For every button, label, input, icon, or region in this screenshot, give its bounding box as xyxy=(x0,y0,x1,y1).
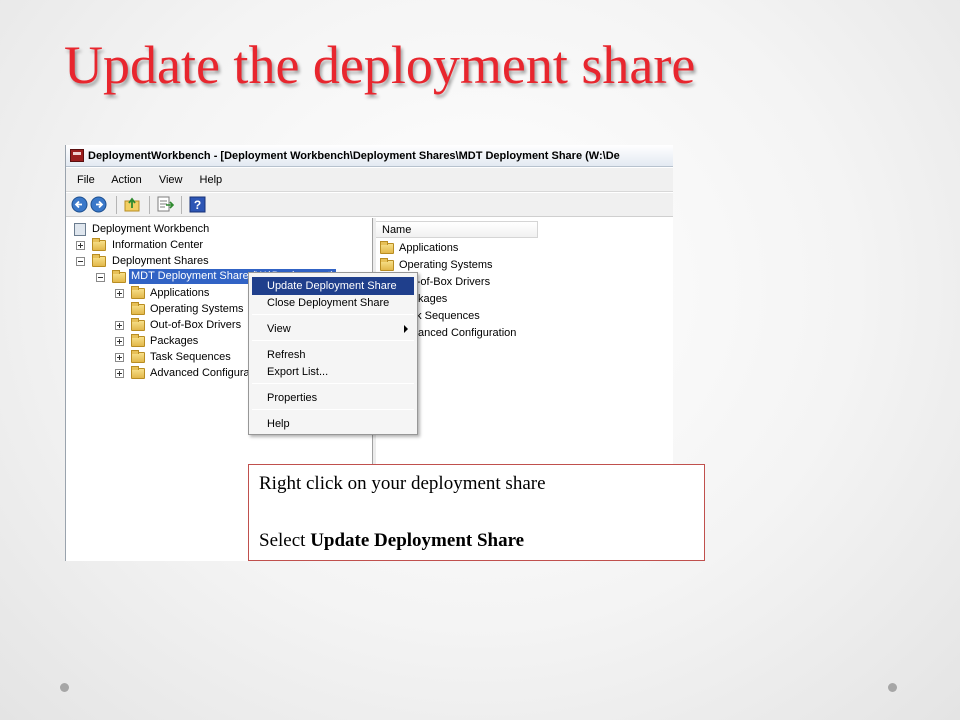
menu-separator xyxy=(252,409,414,410)
folder-icon xyxy=(92,238,106,251)
decorative-dot xyxy=(888,683,897,692)
column-header-name[interactable]: Name xyxy=(376,221,538,238)
menu-item-close-deployment-share[interactable]: Close Deployment Share xyxy=(252,294,414,312)
app-icon xyxy=(70,149,84,162)
tree-label: Advanced Configura xyxy=(150,367,250,379)
callout-line-1: Right click on your deployment share xyxy=(259,473,546,494)
tree-item-deployment-shares[interactable]: Deployment Shares xyxy=(76,253,366,269)
callout-line-2: Select Update Deployment Share xyxy=(259,530,524,552)
expand-icon[interactable] xyxy=(115,321,124,330)
expand-icon[interactable] xyxy=(115,369,124,378)
export-list-icon[interactable] xyxy=(157,196,174,213)
folder-icon xyxy=(131,302,145,315)
toolbar: ? xyxy=(66,193,673,217)
toolbar-separator xyxy=(116,196,117,214)
menu-help[interactable]: Help xyxy=(200,174,223,186)
menu-separator xyxy=(252,314,414,315)
folder-icon xyxy=(112,270,126,283)
tree-label: Operating Systems xyxy=(150,303,244,315)
collapse-icon[interactable] xyxy=(96,273,105,282)
menu-separator xyxy=(252,340,414,341)
help-icon[interactable]: ? xyxy=(189,196,206,213)
tree-label: Task Sequences xyxy=(150,351,231,363)
window-titlebar: DeploymentWorkbench - [Deployment Workbe… xyxy=(66,145,673,167)
callout-line-2-prefix: Select xyxy=(259,530,311,551)
tree-label: Deployment Workbench xyxy=(92,223,210,235)
menu-file[interactable]: File xyxy=(77,174,95,186)
menu-item-refresh[interactable]: Refresh xyxy=(252,346,414,364)
menu-item-help[interactable]: Help xyxy=(252,415,414,433)
expand-icon[interactable] xyxy=(115,353,124,362)
svg-text:?: ? xyxy=(194,198,201,212)
workbench-icon xyxy=(74,223,86,236)
list-item-label: Applications xyxy=(399,242,459,254)
tree-label: Out-of-Box Drivers xyxy=(150,319,242,331)
tree-label: Applications xyxy=(150,287,210,299)
menu-item-properties[interactable]: Properties xyxy=(252,389,414,407)
instruction-callout: Right click on your deployment share Sel… xyxy=(248,464,705,561)
folder-icon xyxy=(131,318,145,331)
tree-item-information-center[interactable]: Information Center xyxy=(76,237,366,253)
menu-item-update-deployment-share[interactable]: Update Deployment Share xyxy=(252,277,414,295)
decorative-dot xyxy=(60,683,69,692)
menu-item-export-list[interactable]: Export List... xyxy=(252,363,414,381)
forward-arrow-icon[interactable] xyxy=(90,196,107,213)
collapse-icon[interactable] xyxy=(76,257,85,266)
menu-item-view[interactable]: View xyxy=(252,320,414,338)
callout-line-2-bold: Update Deployment Share xyxy=(310,530,525,551)
folder-icon xyxy=(131,334,145,347)
tree-label: Packages xyxy=(150,335,199,347)
folder-icon xyxy=(131,366,145,379)
back-arrow-icon[interactable] xyxy=(71,196,88,213)
folder-icon xyxy=(92,254,106,267)
menu-view[interactable]: View xyxy=(159,174,183,186)
tree-label: Deployment Shares xyxy=(112,255,209,267)
up-folder-icon[interactable] xyxy=(124,196,141,213)
menu-bar: File Action View Help xyxy=(66,168,673,192)
toolbar-separator xyxy=(149,196,150,214)
folder-icon xyxy=(380,241,394,254)
menu-item-label: View xyxy=(267,323,291,335)
slide-title: Update the deployment share xyxy=(64,35,696,95)
tree-label: Information Center xyxy=(112,239,204,251)
expand-icon[interactable] xyxy=(115,337,124,346)
context-menu: Update Deployment Share Close Deployment… xyxy=(248,272,418,435)
menu-action[interactable]: Action xyxy=(111,174,142,186)
folder-icon xyxy=(380,258,394,271)
expand-icon[interactable] xyxy=(76,241,85,250)
list-item-label: Operating Systems xyxy=(399,259,493,271)
toolbar-separator xyxy=(181,196,182,214)
folder-icon xyxy=(131,350,145,363)
tree-item-deployment-workbench[interactable]: Deployment Workbench xyxy=(74,221,364,237)
menu-separator xyxy=(252,383,414,384)
submenu-arrow-icon xyxy=(404,325,408,333)
window-title: DeploymentWorkbench - [Deployment Workbe… xyxy=(88,150,620,162)
folder-icon xyxy=(131,286,145,299)
expand-icon[interactable] xyxy=(115,289,124,298)
